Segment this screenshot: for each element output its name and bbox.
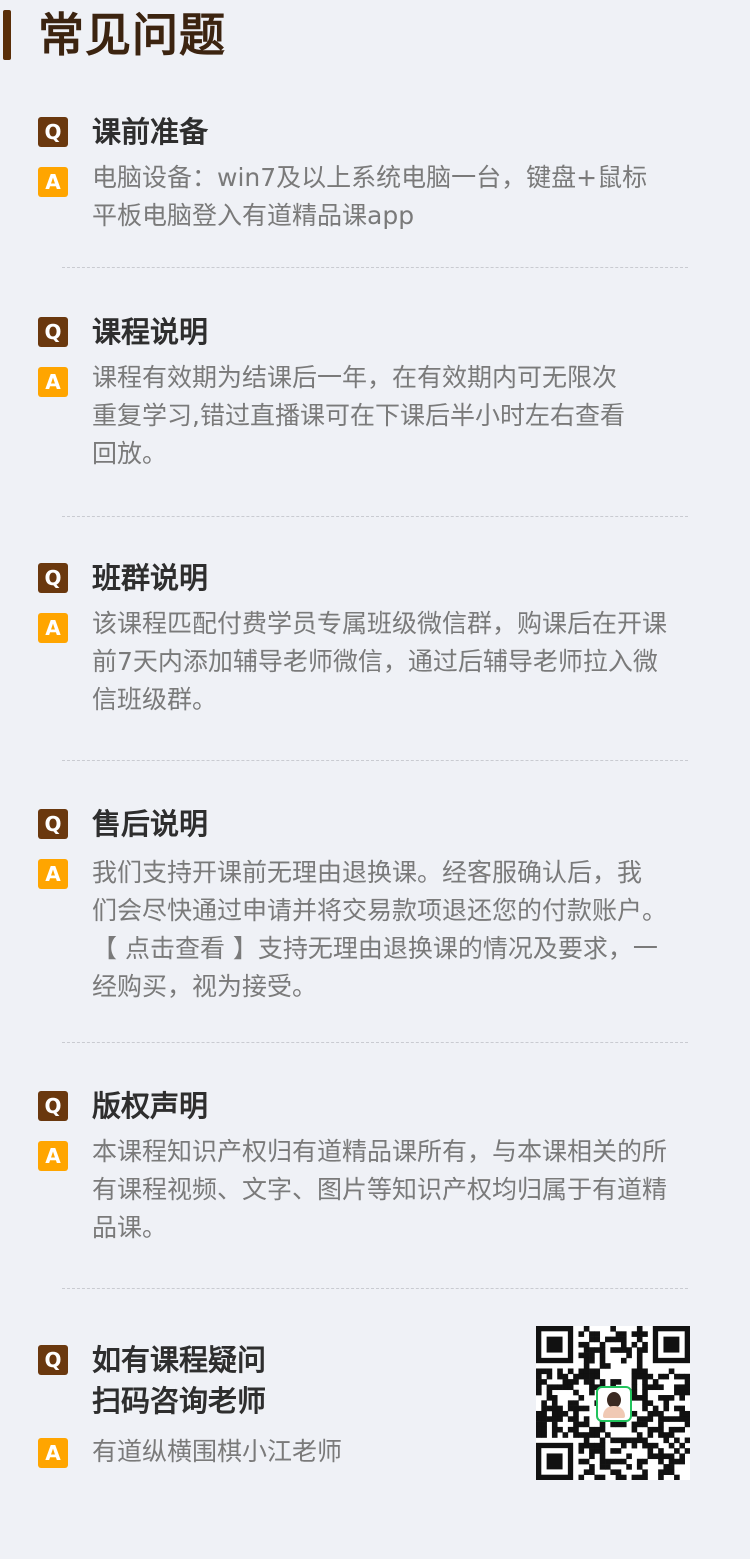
question-badge-icon: Q [38,809,68,839]
answer-line: 平板电脑登入有道精品课app [92,201,415,230]
answer-line: 回放。 [92,439,168,468]
divider [62,1288,688,1289]
question-text: 课前准备 [92,115,209,149]
answer-line: 信班级群。 [92,685,218,714]
question-text-line1: 如有课程疑问 [92,1343,267,1377]
answer-line: 经购买，视为接受。 [92,972,318,1001]
teacher-avatar [596,1386,632,1422]
divider [62,760,688,761]
answer-line: 课程有效期为结课后一年，在有效期内可无限次 [92,363,618,392]
question-badge-icon: Q [38,317,68,347]
answer-line: 本课程知识产权归有道精品课所有，与本课相关的所 [92,1137,668,1166]
answer-badge-icon: A [38,167,68,197]
answer-line: 有课程视频、文字、图片等知识产权均归属于有道精 [92,1175,668,1204]
question-badge-icon: Q [38,1091,68,1121]
answer-badge-icon: A [38,859,68,889]
answer-line: 我们支持开课前无理由退换课。经客服确认后，我 [92,858,643,887]
question-badge-icon: Q [38,117,68,147]
answer-line: 该课程匹配付费学员专属班级微信群，购课后在开课 [92,609,668,638]
answer-line: 品课。 [92,1213,168,1242]
faq-header: 常见问题 [0,0,750,70]
divider [62,267,688,268]
divider [62,1042,688,1043]
answer-badge-icon: A [38,613,68,643]
answer-text: 该课程匹配付费学员专属班级微信群，购课后在开课 前7天内添加辅导老师微信，通过后… [92,605,692,719]
answer-badge-icon: A [38,1141,68,1171]
question-text: 班群说明 [92,561,209,595]
answer-badge-icon: A [38,367,68,397]
answer-line: 电脑设备：win7及以上系统电脑一台，键盘+鼠标 [92,163,648,192]
answer-text: 课程有效期为结课后一年，在有效期内可无限次 重复学习,错过直播课可在下课后半小时… [92,359,692,473]
answer-badge-icon: A [38,1438,68,1468]
answer-text: 本课程知识产权归有道精品课所有，与本课相关的所 有课程视频、文字、图片等知识产权… [92,1133,692,1247]
answer-text: 我们支持开课前无理由退换课。经客服确认后，我 们会尽快通过申请并将交易款项退还您… [92,854,692,1006]
question-text: 课程说明 [92,315,209,349]
header-accent-bar [3,10,11,60]
answer-line: 重复学习,错过直播课可在下课后半小时左右查看 [92,401,625,430]
question-text: 版权声明 [92,1089,209,1123]
answer-text: 电脑设备：win7及以上系统电脑一台，键盘+鼠标 平板电脑登入有道精品课app [92,159,692,235]
question-text-line2: 扫码咨询老师 [92,1384,267,1418]
question-badge-icon: Q [38,1345,68,1375]
divider [62,516,688,517]
question-text: 售后说明 [92,807,209,841]
answer-line: 们会尽快通过申请并将交易款项退还您的付款账户。 [92,896,668,925]
question-badge-icon: Q [38,563,68,593]
answer-line: 前7天内添加辅导老师微信，通过后辅导老师拉入微 [92,647,658,676]
answer-line[interactable]: 【 点击查看 】支持无理由退换课的情况及要求，一 [92,930,692,968]
page-title: 常见问题 [38,8,226,62]
qr-code-icon[interactable] [536,1326,691,1481]
